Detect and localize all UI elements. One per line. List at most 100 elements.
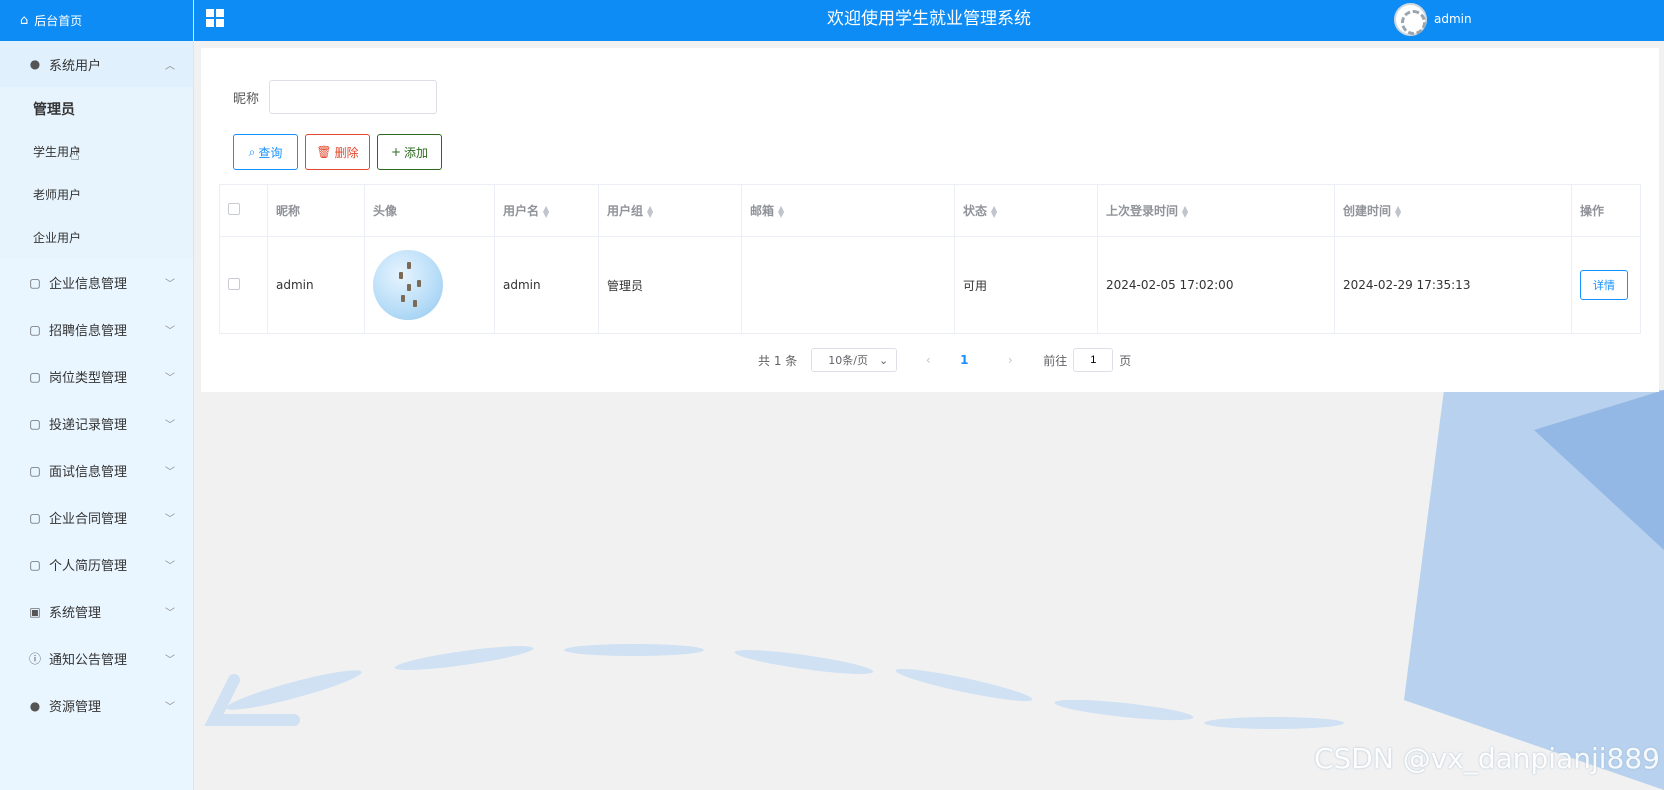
chevron-down-icon: ⌄	[879, 353, 889, 367]
sidebar-group-label: 系统管理	[49, 606, 102, 621]
sidebar-item-teacher[interactable]: 老师用户	[0, 173, 193, 216]
sidebar-item-company[interactable]: 企业用户	[0, 216, 193, 259]
sidebar-home[interactable]: ⌂ 后台首页	[0, 0, 193, 41]
cell-status: 可用	[954, 236, 1098, 334]
column-header-label: 创建时间	[1343, 204, 1392, 218]
sidebar-group-company-info[interactable]: ▢ 企业信息管理 ﹀	[0, 259, 193, 306]
sidebar-group-interview[interactable]: ▢ 面试信息管理 ﹀	[0, 447, 193, 494]
sidebar-group-system[interactable]: ▣ 系统管理 ﹀	[0, 588, 193, 635]
sidebar-group-resume[interactable]: ▢ 个人简历管理 ﹀	[0, 541, 193, 588]
info-icon: ⓘ	[28, 652, 41, 666]
row-select-cell	[219, 236, 268, 334]
sidebar-group-label: 企业合同管理	[49, 512, 128, 527]
current-page[interactable]: 1	[949, 353, 979, 367]
watermark: CSDN @vx_danpianji889	[1313, 742, 1660, 775]
chevron-down-icon: ﹀	[165, 279, 175, 290]
select-all-checkbox[interactable]	[228, 203, 240, 215]
chevron-down-icon: ﹀	[165, 608, 175, 619]
sidebar-group-recruit-info[interactable]: ▢ 招聘信息管理 ﹀	[0, 306, 193, 353]
cell-nickname: admin	[267, 236, 365, 334]
column-header[interactable]: 上次登录时间 ▲ ▼	[1097, 184, 1335, 237]
sidebar-group-resource[interactable]: ● 资源管理 ﹀	[0, 682, 193, 729]
home-icon: ⌂	[20, 13, 29, 28]
sort-icon[interactable]: ▲ ▼	[1395, 204, 1401, 218]
sidebar-group-label: 企业信息管理	[49, 277, 128, 292]
tablet-icon: ▢	[29, 463, 41, 478]
tablet-icon: ▢	[29, 510, 41, 525]
sidebar-group-label: 个人简历管理	[49, 559, 128, 574]
chevron-down-icon: ﹀	[165, 420, 175, 431]
hand-cursor-icon: ☝	[70, 145, 80, 164]
chevron-down-icon: ﹀	[165, 467, 175, 478]
sidebar-group-label: 面试信息管理	[49, 465, 128, 480]
chevron-up-icon: ︿	[165, 60, 175, 72]
column-header-label: 状态	[963, 204, 988, 218]
sidebar: ⌂ 后台首页 ● 系统用户 ︿ 管理员 学生用户 老师用户 企业用户 ▢ 企业信…	[0, 0, 194, 790]
sidebar-group-system-users[interactable]: ● 系统用户 ︿	[0, 41, 193, 87]
sidebar-group-notice[interactable]: ⓘ 通知公告管理 ﹀	[0, 635, 193, 682]
top-header: 欢迎使用学生就业管理系统 admin	[194, 0, 1664, 41]
detail-button[interactable]: 详情	[1580, 270, 1628, 300]
toolbar: ⌕ 查询 🗑 删除 + 添加	[233, 134, 442, 170]
sort-icon[interactable]: ▲ ▼	[991, 204, 997, 218]
search-icon: ⌕	[248, 144, 256, 159]
column-header-label: 邮箱	[750, 204, 775, 218]
sidebar-item-admin[interactable]: 管理员	[0, 87, 193, 130]
delete-button[interactable]: 🗑 删除	[305, 134, 370, 170]
table-header-row: 昵称 头像 用户名 ▲ ▼ 用户组 ▲ ▼ 邮箱 ▲ ▼ 状态 ▲ ▼ 上次登录时间 ▲ ▼ 创建时…	[219, 184, 1641, 237]
cell-group: 管理员	[598, 236, 742, 334]
add-button[interactable]: + 添加	[377, 134, 442, 170]
add-button-label: 添加	[404, 145, 429, 160]
sort-icon[interactable]: ▲ ▼	[647, 204, 653, 218]
table-row: admin admin 管理员 可用 2024-02-05 17:02:00 2…	[219, 236, 1641, 334]
header-username[interactable]: admin	[1434, 12, 1472, 26]
sidebar-item-student[interactable]: 学生用户	[0, 130, 193, 173]
user-avatar-image	[373, 250, 443, 320]
background-decoration	[204, 390, 1664, 790]
query-button[interactable]: ⌕ 查询	[233, 134, 298, 170]
sidebar-group-label: 投递记录管理	[49, 418, 128, 433]
tablet-icon: ▢	[29, 416, 41, 431]
nickname-search-input[interactable]	[269, 80, 438, 114]
submenu-system-users: 管理员 学生用户 老师用户 企业用户	[0, 87, 193, 259]
delete-button-label: 删除	[334, 145, 359, 160]
sidebar-group-label: 岗位类型管理	[49, 371, 128, 386]
column-header: 昵称	[267, 184, 365, 237]
row-checkbox[interactable]	[228, 277, 240, 290]
prev-page-icon[interactable]: ‹	[913, 353, 943, 367]
cell-email	[741, 236, 955, 334]
sort-icon[interactable]: ▲ ▼	[543, 204, 549, 218]
tablet-icon: ▢	[29, 369, 41, 384]
select-all-cell	[219, 184, 268, 237]
goto-label: 前往	[1043, 353, 1068, 368]
sidebar-group-contract[interactable]: ▢ 企业合同管理 ﹀	[0, 494, 193, 541]
next-page-icon[interactable]: ›	[995, 353, 1025, 367]
column-header[interactable]: 用户名 ▲ ▼	[494, 184, 599, 237]
goto-page-input[interactable]	[1073, 348, 1114, 372]
column-header[interactable]: 用户组 ▲ ▼	[598, 184, 742, 237]
column-header[interactable]: 邮箱 ▲ ▼	[741, 184, 955, 237]
avatar[interactable]	[1394, 3, 1427, 36]
user-table: 昵称 头像 用户名 ▲ ▼ 用户组 ▲ ▼ 邮箱 ▲ ▼ 状态 ▲ ▼ 上次登录时间 ▲ ▼ 创建时…	[219, 184, 1641, 334]
page-size-select[interactable]: 10条/页 ⌄	[811, 348, 898, 372]
column-header-label: 用户组	[607, 204, 644, 218]
sidebar-group-job-type[interactable]: ▢ 岗位类型管理 ﹀	[0, 353, 193, 400]
sidebar-group-label: 通知公告管理	[49, 653, 128, 668]
main-panel: 昵称 ⌕ 查询 🗑 删除 + 添加 昵称 头像 用户名 ▲ ▼ 用户组 ▲ ▼ 邮箱 ▲ ▼…	[201, 48, 1659, 392]
column-header[interactable]: 创建时间 ▲ ▼	[1334, 184, 1572, 237]
column-header[interactable]: 状态 ▲ ▼	[954, 184, 1098, 237]
chevron-down-icon: ﹀	[165, 326, 175, 337]
tablet-icon: ▢	[29, 322, 41, 337]
person-icon: ●	[29, 57, 41, 71]
chevron-down-icon: ﹀	[165, 373, 175, 384]
cell-action: 详情	[1571, 236, 1641, 334]
pagination-total: 共 1 条	[758, 353, 798, 368]
sidebar-group-delivery[interactable]: ▢ 投递记录管理 ﹀	[0, 400, 193, 447]
picture-icon: ▣	[29, 604, 41, 619]
sort-icon[interactable]: ▲ ▼	[778, 204, 784, 218]
column-header: 头像	[364, 184, 495, 237]
pagination: 共 1 条 10条/页 ⌄ ‹ 1 › 前往 页	[758, 348, 1131, 372]
sidebar-home-label: 后台首页	[34, 14, 83, 28]
goto-suffix: 页	[1119, 353, 1132, 368]
sort-icon[interactable]: ▲ ▼	[1182, 204, 1188, 218]
